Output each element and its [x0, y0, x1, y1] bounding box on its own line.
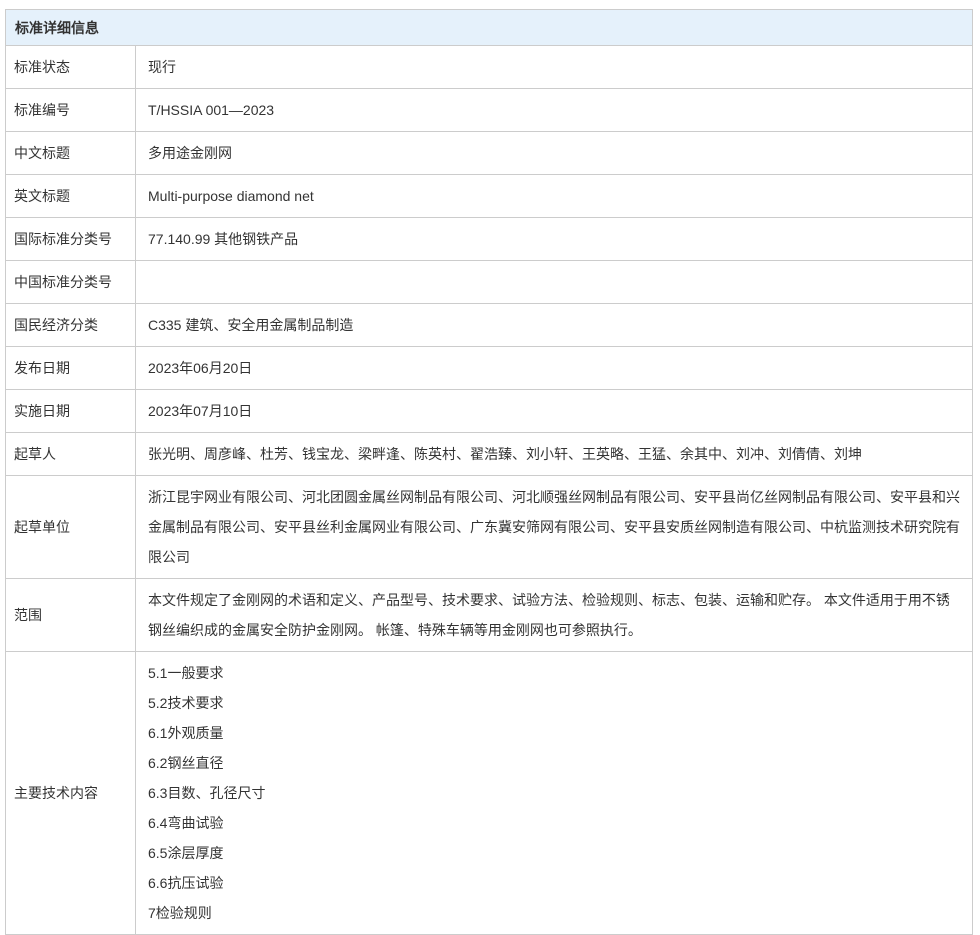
- table-row: 起草人张光明、周彦峰、杜芳、钱宝龙、梁畔逢、陈英村、翟浩臻、刘小轩、王英略、王猛…: [6, 433, 973, 476]
- row-label: 范围: [6, 579, 136, 652]
- value-line: 6.6抗压试验: [148, 868, 962, 898]
- table-row: 范围本文件规定了金刚网的术语和定义、产品型号、技术要求、试验方法、检验规则、标志…: [6, 579, 973, 652]
- row-label: 发布日期: [6, 347, 136, 390]
- value-line: 6.2钢丝直径: [148, 748, 962, 778]
- table-row: 中国标准分类号: [6, 261, 973, 304]
- value-line: 6.5涂层厚度: [148, 838, 962, 868]
- row-label: 起草人: [6, 433, 136, 476]
- row-value: 浙江昆宇网业有限公司、河北团圆金属丝网制品有限公司、河北顺强丝网制品有限公司、安…: [136, 476, 973, 579]
- row-label: 中国标准分类号: [6, 261, 136, 304]
- row-label: 标准编号: [6, 89, 136, 132]
- row-label: 主要技术内容: [6, 652, 136, 935]
- standard-detail-table: 标准详细信息 标准状态现行标准编号T/HSSIA 001—2023中文标题多用途…: [5, 9, 973, 935]
- value-line: 5.2技术要求: [148, 688, 962, 718]
- row-value: Multi-purpose diamond net: [136, 175, 973, 218]
- row-value: 77.140.99 其他钢铁产品: [136, 218, 973, 261]
- row-label: 实施日期: [6, 390, 136, 433]
- table-row: 标准状态现行: [6, 46, 973, 89]
- table-row: 主要技术内容5.1一般要求5.2技术要求6.1外观质量6.2钢丝直径6.3目数、…: [6, 652, 973, 935]
- row-label: 英文标题: [6, 175, 136, 218]
- table-header-row: 标准详细信息: [6, 10, 973, 46]
- value-line: 5.1一般要求: [148, 658, 962, 688]
- row-label: 起草单位: [6, 476, 136, 579]
- table-row: 英文标题Multi-purpose diamond net: [6, 175, 973, 218]
- table-row: 起草单位浙江昆宇网业有限公司、河北团圆金属丝网制品有限公司、河北顺强丝网制品有限…: [6, 476, 973, 579]
- value-line: 6.3目数、孔径尺寸: [148, 778, 962, 808]
- value-line: 6.4弯曲试验: [148, 808, 962, 838]
- row-value: 2023年06月20日: [136, 347, 973, 390]
- row-value: C335 建筑、安全用金属制品制造: [136, 304, 973, 347]
- table-row: 发布日期2023年06月20日: [6, 347, 973, 390]
- row-value: 本文件规定了金刚网的术语和定义、产品型号、技术要求、试验方法、检验规则、标志、包…: [136, 579, 973, 652]
- table-row: 国际标准分类号77.140.99 其他钢铁产品: [6, 218, 973, 261]
- table-title: 标准详细信息: [6, 10, 973, 46]
- table-row: 国民经济分类C335 建筑、安全用金属制品制造: [6, 304, 973, 347]
- table-row: 标准编号T/HSSIA 001—2023: [6, 89, 973, 132]
- row-value: 2023年07月10日: [136, 390, 973, 433]
- row-label: 国民经济分类: [6, 304, 136, 347]
- row-label: 中文标题: [6, 132, 136, 175]
- value-line: 6.1外观质量: [148, 718, 962, 748]
- row-value: 5.1一般要求5.2技术要求6.1外观质量6.2钢丝直径6.3目数、孔径尺寸6.…: [136, 652, 973, 935]
- table-row: 实施日期2023年07月10日: [6, 390, 973, 433]
- row-value: 张光明、周彦峰、杜芳、钱宝龙、梁畔逢、陈英村、翟浩臻、刘小轩、王英略、王猛、余其…: [136, 433, 973, 476]
- table-row: 中文标题多用途金刚网: [6, 132, 973, 175]
- row-value: [136, 261, 973, 304]
- row-value: T/HSSIA 001—2023: [136, 89, 973, 132]
- row-value: 现行: [136, 46, 973, 89]
- standard-table-body: 标准状态现行标准编号T/HSSIA 001—2023中文标题多用途金刚网英文标题…: [6, 46, 973, 935]
- row-value: 多用途金刚网: [136, 132, 973, 175]
- row-label: 标准状态: [6, 46, 136, 89]
- row-label: 国际标准分类号: [6, 218, 136, 261]
